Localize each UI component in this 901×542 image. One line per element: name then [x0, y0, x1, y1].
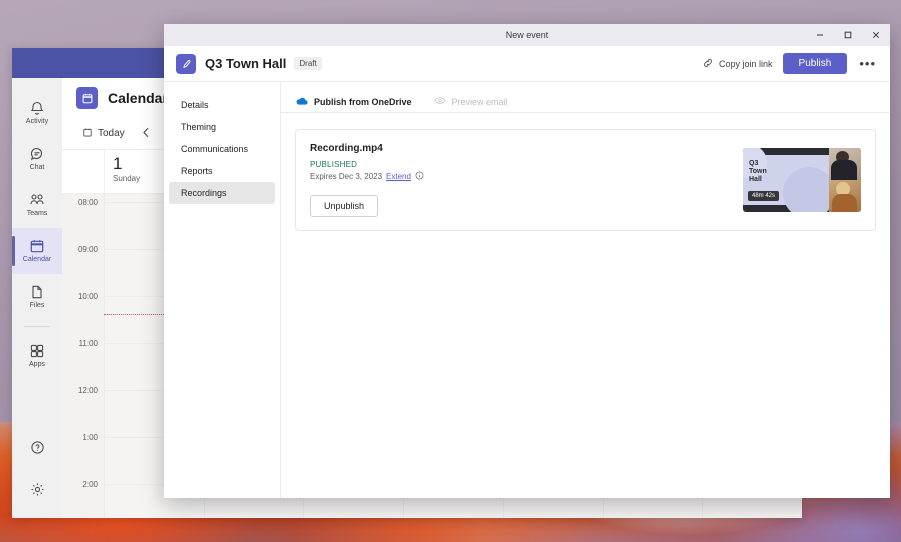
desktop: Activity Chat Teams Calendar Files Apps … — [0, 0, 901, 542]
rail-bottom-group — [12, 426, 62, 510]
sidebar-item-label: Chat — [29, 164, 45, 171]
unpublish-button[interactable]: Unpublish — [310, 195, 379, 217]
maximize-button[interactable] — [834, 24, 862, 46]
eye-icon — [433, 96, 446, 107]
today-button[interactable]: Today — [76, 124, 131, 144]
nav-item-reports[interactable]: Reports — [169, 160, 275, 182]
sidebar-item-activity[interactable]: Activity — [12, 90, 62, 136]
teams-icon — [29, 192, 45, 208]
dialog-body: Details Theming Communications Reports R… — [164, 82, 890, 498]
time-gutter: 08:00 09:00 10:00 11:00 12:00 1:00 2:00 … — [62, 194, 104, 518]
minimize-button[interactable] — [806, 24, 834, 46]
nav-item-details[interactable]: Details — [169, 94, 275, 116]
window-controls — [806, 24, 890, 46]
tab-preview-email: Preview email — [433, 96, 508, 107]
time-label: 10:00 — [77, 292, 98, 301]
tab-label: Publish from OneDrive — [314, 96, 412, 107]
dialog-title: New event — [505, 30, 549, 40]
status-badge: Draft — [294, 57, 322, 70]
nav-item-communications[interactable]: Communications — [169, 138, 275, 160]
rail-divider — [24, 326, 50, 327]
participant-avatar — [829, 180, 861, 212]
recording-status: PUBLISHED — [310, 160, 358, 169]
files-icon — [29, 284, 45, 300]
time-label: 2:00 — [82, 480, 98, 489]
sidebar-item-calendar[interactable]: Calendar — [12, 228, 62, 274]
extend-link[interactable]: Extend — [386, 172, 411, 181]
sidebar-item-chat[interactable]: Chat — [12, 136, 62, 182]
page-title: Calendar — [108, 90, 168, 106]
time-label: 1:00 — [82, 433, 98, 442]
sidebar-item-files[interactable]: Files — [12, 274, 62, 320]
dialog-actions: Copy join link Publish ••• — [702, 53, 878, 74]
time-label: 12:00 — [77, 386, 98, 395]
sidebar-item-apps[interactable]: Apps — [12, 333, 62, 379]
tab-label: Preview email — [451, 96, 508, 107]
calendar-app-icon — [76, 87, 98, 109]
thumbnail-participants — [829, 148, 861, 212]
dialog-titlebar[interactable]: New event — [164, 24, 890, 46]
link-icon — [702, 57, 714, 71]
previous-period-button[interactable] — [137, 124, 157, 144]
event-title: Q3 Town Hall — [205, 56, 287, 71]
sidebar-item-label: Files — [29, 302, 45, 309]
dialog-nav: Details Theming Communications Reports R… — [164, 82, 281, 498]
today-button-label: Today — [98, 128, 125, 139]
participant-avatar — [829, 148, 861, 180]
sidebar-item-teams[interactable]: Teams — [12, 182, 62, 228]
recording-file-name: Recording.mp4 — [310, 143, 383, 154]
copy-join-link-label: Copy join link — [719, 58, 773, 69]
chevron-left-icon — [142, 127, 151, 141]
today-calendar-icon — [82, 127, 93, 141]
sidebar-item-label: Calendar — [22, 256, 52, 263]
settings-button[interactable] — [12, 468, 62, 510]
dialog-header: Q3 Town Hall Draft Copy join link Publis… — [164, 46, 890, 82]
onedrive-cloud-icon — [295, 96, 308, 108]
tab-publish-from-onedrive[interactable]: Publish from OneDrive — [295, 96, 412, 108]
bell-icon — [29, 100, 45, 116]
close-button[interactable] — [862, 24, 890, 46]
copy-join-link-button[interactable]: Copy join link — [702, 57, 773, 71]
sidebar-item-label: Teams — [26, 210, 48, 217]
time-label: 11:00 — [78, 339, 98, 348]
chat-icon — [29, 146, 45, 162]
thumbnail-overlay-text: Q3 Town Hall — [749, 160, 767, 183]
time-label: 09:00 — [77, 245, 98, 254]
more-options-button[interactable]: ••• — [857, 56, 878, 71]
teams-app-rail: Activity Chat Teams Calendar Files Apps — [12, 78, 62, 518]
help-button[interactable] — [12, 426, 62, 468]
publish-button[interactable]: Publish — [782, 53, 848, 74]
sidebar-item-label: Activity — [25, 118, 49, 125]
gear-icon — [30, 482, 45, 497]
apps-icon — [29, 343, 45, 359]
dialog-main: Publish from OneDrive Preview email Reco — [281, 82, 890, 498]
help-icon — [30, 440, 45, 455]
new-event-dialog: New event Q3 Town Hall Draft Copy join l… — [164, 24, 890, 498]
town-hall-icon — [176, 53, 196, 74]
main-tabs: Publish from OneDrive Preview email — [281, 91, 890, 113]
sidebar-item-label: Apps — [29, 361, 45, 368]
nav-item-theming[interactable]: Theming — [169, 116, 275, 138]
thumbnail-stage: Q3 Town Hall 48m 42s — [743, 148, 835, 212]
expiry-text: Expires Dec 3, 2023 — [310, 172, 383, 181]
recording-card: Recording.mp4 PUBLISHED Expires Dec 3, 2… — [295, 129, 876, 231]
info-circle-icon[interactable] — [415, 171, 424, 182]
recording-info: Recording.mp4 PUBLISHED Expires Dec 3, 2… — [310, 143, 743, 217]
thumbnail-duration-badge: 48m 42s — [748, 191, 780, 201]
recording-expiry: Expires Dec 3, 2023 Extend — [310, 171, 743, 182]
nav-item-recordings[interactable]: Recordings — [169, 182, 275, 204]
calendar-icon — [29, 238, 45, 254]
time-label: 08:00 — [77, 198, 98, 207]
recording-thumbnail[interactable]: Q3 Town Hall 48m 42s — [743, 148, 861, 212]
